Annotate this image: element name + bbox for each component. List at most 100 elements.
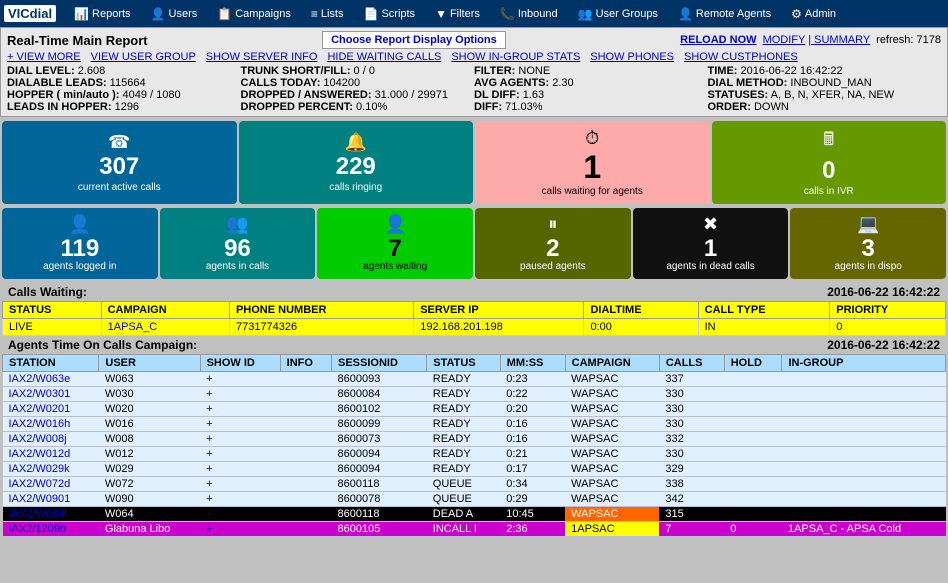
nav-remote-agents[interactable]: 👤 Remote Agents [668, 0, 781, 27]
active-calls-label: current active calls [78, 182, 161, 194]
status-cell: READY [427, 447, 500, 462]
table-row: IAX2/W0201 W020 + 8600102 READY 0:20 WAP… [3, 402, 946, 417]
nav-users[interactable]: 👤 Users [141, 0, 208, 27]
show-id-cell[interactable]: + [200, 387, 280, 402]
campaign-cell: WAPSAC [565, 507, 659, 522]
calls-cell: 330 [659, 402, 724, 417]
agents-in-calls-value: 96 [224, 237, 251, 261]
station-cell: IAX2/W064f [3, 507, 99, 522]
show-id-cell[interactable]: + [200, 462, 280, 477]
choose-report-button[interactable]: Choose Report Display Options [322, 31, 506, 49]
ingroup-cell [782, 417, 946, 432]
nav-inbound[interactable]: 📞 Inbound [490, 0, 568, 27]
show-id-cell[interactable]: + [200, 507, 280, 522]
status-cell: READY [427, 432, 500, 447]
agents-logged-in-value: 119 [60, 237, 99, 261]
calls-ringing-card: 🔔 229 calls ringing [239, 121, 474, 204]
users-icon: 👤 [151, 7, 166, 21]
view-more-link[interactable]: + VIEW MORE [7, 51, 81, 63]
show-in-group-stats-link[interactable]: SHOW IN-GROUP STATS [451, 51, 580, 63]
people-icon: 👥 [226, 214, 248, 235]
calls-today-stat: CALLS TODAY: 104200 [241, 77, 475, 89]
session-cell: 8600118 [332, 477, 427, 492]
timer-icon: ⏱ [585, 128, 599, 149]
hold-cell [724, 447, 782, 462]
hold-cell [724, 507, 782, 522]
hold-cell [724, 492, 782, 507]
show-id-cell[interactable]: + [200, 447, 280, 462]
status-cell: INCALL I [427, 522, 500, 537]
nav-reports[interactable]: 📊 Reports [64, 0, 140, 27]
summary-link[interactable]: SUMMARY [814, 34, 870, 46]
ingroup-cell [782, 372, 946, 387]
show-id-cell[interactable]: + [200, 432, 280, 447]
calls-ringing-value: 229 [336, 155, 376, 179]
campaigns-icon: 📋 [217, 7, 232, 21]
hide-waiting-calls-link[interactable]: HIDE WAITING CALLS [327, 51, 441, 63]
show-custphones-link[interactable]: SHOW CUSTPHONES [684, 51, 798, 63]
hold-cell: 0 [724, 522, 782, 537]
agents-dead-calls-card: ✖ 1 agents in dead calls [633, 208, 789, 279]
metrics-row-2: 👤 119 agents logged in 👥 96 agents in ca… [0, 208, 948, 283]
calls-waiting-section: Calls Waiting: 2016-06-22 16:42:22 STATU… [0, 283, 948, 336]
campaign-cell: WAPSAC [565, 372, 659, 387]
session-cell: 8600093 [332, 372, 427, 387]
user-cell: W012 [99, 447, 200, 462]
bell-icon: 🔔 [345, 132, 367, 153]
user-cell: W063 [99, 372, 200, 387]
active-calls-value: 307 [99, 155, 139, 179]
calls-waiting-table: STATUS CAMPAIGN PHONE NUMBER SERVER IP D… [2, 301, 946, 336]
show-server-info-link[interactable]: SHOW SERVER INFO [206, 51, 318, 63]
calls-cell: 337 [659, 372, 724, 387]
mmss-cell: 0:17 [500, 462, 565, 477]
info-cell [280, 507, 331, 522]
calls-waiting-timestamp: 2016-06-22 16:42:22 [827, 285, 940, 299]
col-phone: PHONE NUMBER [229, 302, 413, 319]
station-cell: IAX2/W063e [3, 372, 99, 387]
status-cell: LIVE [3, 319, 102, 336]
ingroup-cell [782, 447, 946, 462]
mmss-cell: 0:16 [500, 417, 565, 432]
calls-waiting-header: Calls Waiting: 2016-06-22 16:42:22 [2, 283, 946, 301]
dialtime-cell: 0:00 [584, 319, 698, 336]
hold-cell [724, 477, 782, 492]
nav-admin[interactable]: ⚙ Admin [781, 0, 846, 27]
hopper-stat: HOPPER ( min/auto ): 4049 / 1080 [7, 89, 241, 101]
show-id-cell[interactable]: + [200, 522, 280, 537]
view-user-group-link[interactable]: VIEW USER GROUP [91, 51, 196, 63]
agents-dead-label: agents in dead calls [666, 261, 754, 273]
reload-button[interactable]: RELOAD NOW [680, 34, 756, 46]
modify-link[interactable]: MODIFY [763, 34, 806, 46]
show-id-cell[interactable]: + [200, 492, 280, 507]
status-cell: READY [427, 387, 500, 402]
nav-user-groups[interactable]: 👥 User Groups [568, 0, 668, 27]
modify-summary: MODIFY | SUMMARY [763, 34, 871, 46]
statuses-stat: STATUSES: A, B, N, XFER, NA, NEW [708, 89, 942, 101]
table-row: IAX2/W0301 W030 + 8600084 READY 0:22 WAP… [3, 387, 946, 402]
user-cell: W016 [99, 417, 200, 432]
nav-scripts[interactable]: 📄 Scripts [353, 0, 425, 27]
show-id-cell[interactable]: + [200, 477, 280, 492]
nav-lists[interactable]: ≡ Lists [301, 0, 354, 27]
station-cell: IAX2/W0201 [3, 402, 99, 417]
agents-header-row: STATION USER SHOW ID INFO SESSIONID STAT… [3, 355, 946, 372]
show-phones-link[interactable]: SHOW PHONES [590, 51, 674, 63]
agents-dispo-value: 3 [862, 237, 875, 261]
inbound-icon: 📞 [500, 7, 515, 21]
trunk-short-stat: TRUNK SHORT/FILL: 0 / 0 [241, 65, 475, 77]
table-row: IAX2/W008j W008 + 8600073 READY 0:16 WAP… [3, 432, 946, 447]
show-id-cell[interactable]: + [200, 417, 280, 432]
call-type-cell: IN [698, 319, 830, 336]
stats-col-1: DIAL LEVEL: 2.608 DIALABLE LEADS: 115664… [7, 65, 241, 113]
nav-filters[interactable]: ▼ Filters [425, 0, 490, 27]
info-cell [280, 462, 331, 477]
nav-campaigns[interactable]: 📋 Campaigns [207, 0, 301, 27]
paused-agents-label: paused agents [520, 261, 586, 273]
agents-title: Agents Time On Calls Campaign: [8, 338, 197, 352]
current-active-calls-card: ☎ 307 current active calls [2, 121, 237, 204]
hold-cell [724, 432, 782, 447]
show-id-cell[interactable]: + [200, 402, 280, 417]
show-id-cell[interactable]: + [200, 372, 280, 387]
mmss-cell: 0:22 [500, 387, 565, 402]
campaign-cell: WAPSAC [565, 477, 659, 492]
